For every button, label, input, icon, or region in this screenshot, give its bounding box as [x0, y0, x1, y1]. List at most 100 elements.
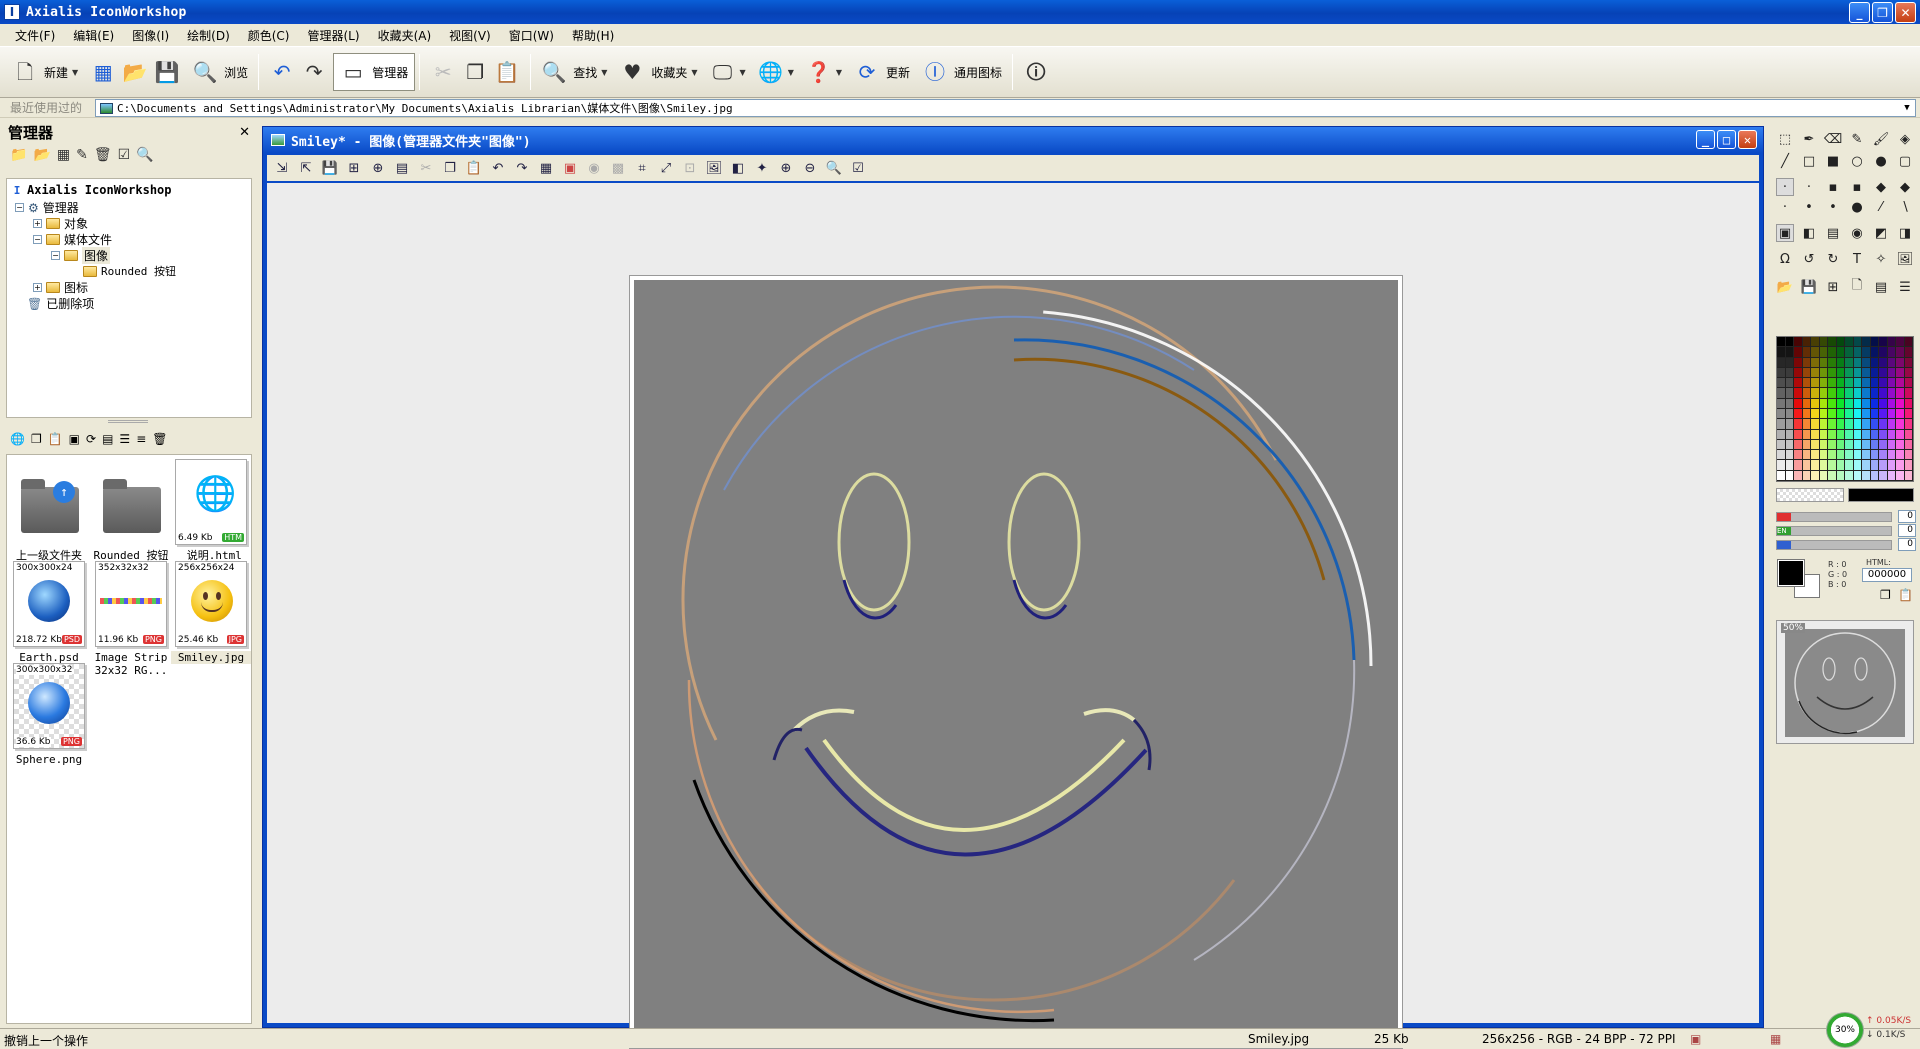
image-canvas[interactable] [629, 275, 1403, 1049]
palette-swatch[interactable] [1887, 378, 1896, 389]
palette-swatch[interactable] [1819, 378, 1828, 389]
palette-swatch[interactable] [1904, 347, 1913, 358]
palette-swatch[interactable] [1811, 337, 1820, 348]
redo-icon[interactable]: ↷ [301, 59, 327, 85]
palette-swatch[interactable] [1836, 419, 1845, 430]
palette-swatch[interactable] [1794, 419, 1803, 430]
palette-swatch[interactable] [1870, 419, 1879, 430]
palette-swatch[interactable] [1879, 470, 1888, 481]
black-swatch[interactable] [1848, 488, 1914, 502]
palette-swatch[interactable] [1811, 367, 1820, 379]
palette-swatch[interactable] [1862, 450, 1871, 461]
palette-swatch[interactable] [1794, 450, 1803, 461]
palette-swatch[interactable] [1870, 470, 1879, 481]
network-meter[interactable]: 30% [1826, 1012, 1864, 1048]
palette-swatch[interactable] [1853, 429, 1862, 440]
list-view-icon[interactable]: ≡ [136, 432, 146, 446]
brush-backslash-icon[interactable]: ∖ [1896, 198, 1914, 216]
palette-swatch[interactable] [1887, 419, 1896, 430]
search-icon[interactable]: 🔍 [136, 147, 153, 163]
palette-swatch[interactable] [1828, 470, 1837, 481]
fill-half-icon[interactable]: ◧ [1800, 224, 1818, 242]
globe-icon[interactable]: 🌐 [758, 59, 784, 85]
palette-swatch[interactable] [1836, 367, 1845, 379]
redo-icon[interactable]: ↷ [513, 161, 531, 176]
effects-icon[interactable]: ✦ [753, 161, 771, 176]
palette-swatch[interactable] [1811, 460, 1820, 471]
palette-swatch[interactable] [1879, 398, 1888, 409]
grid-icon[interactable]: ▦ [90, 59, 116, 85]
palette-swatch[interactable] [1870, 337, 1879, 348]
menu-manager[interactable]: 管理器(L) [299, 25, 369, 46]
palette-swatch[interactable] [1785, 337, 1794, 348]
tree-item-objects[interactable]: + 对象 [33, 215, 88, 232]
cut-icon[interactable]: ✂ [417, 161, 435, 176]
palette-swatch[interactable] [1811, 450, 1820, 461]
palette-swatch[interactable] [1819, 398, 1828, 409]
palette-swatch[interactable] [1845, 357, 1854, 368]
palette-swatch[interactable] [1879, 337, 1888, 348]
palette-swatch[interactable] [1896, 337, 1905, 348]
check-icon[interactable]: ☑ [849, 161, 867, 176]
palette-swatch[interactable] [1819, 460, 1828, 471]
rectangle-icon[interactable]: □ [1800, 152, 1818, 170]
palette-swatch[interactable] [1802, 429, 1811, 440]
palette-swatch[interactable] [1887, 470, 1896, 481]
palette-swatch[interactable] [1896, 439, 1905, 451]
palette-swatch[interactable] [1853, 378, 1862, 389]
palette-swatch[interactable] [1811, 419, 1820, 430]
palette-swatch[interactable] [1785, 429, 1794, 440]
image-preview[interactable]: 50% [1776, 620, 1914, 744]
save-icon[interactable]: 💾 [154, 59, 180, 85]
palette-swatch[interactable] [1777, 337, 1786, 348]
palette-swatch[interactable] [1845, 470, 1854, 481]
palette-swatch[interactable] [1887, 460, 1896, 471]
folder-up-icon[interactable]: 📁 [10, 147, 27, 163]
brush-slash-icon[interactable]: ⁄ [1872, 198, 1890, 216]
update-button[interactable]: ⟳ 更新 [848, 53, 916, 91]
palette-swatch[interactable] [1853, 439, 1862, 451]
palette-swatch[interactable] [1870, 357, 1879, 368]
color-adjust-icon[interactable]: ◧ [729, 161, 747, 176]
add-item-icon[interactable]: ▣ [69, 432, 80, 446]
zoom-out-icon[interactable]: ⊖ [801, 161, 819, 176]
palette-swatch[interactable] [1819, 419, 1828, 430]
palette-swatch[interactable] [1828, 367, 1837, 379]
palette-swatch[interactable] [1853, 388, 1862, 399]
refresh-icon[interactable]: ⟳ [86, 432, 96, 446]
palette-swatch[interactable] [1904, 419, 1913, 430]
save-icon[interactable]: 💾 [321, 161, 339, 176]
monitor-icon[interactable]: 🖵 [710, 59, 736, 85]
palette-swatch[interactable] [1870, 388, 1879, 399]
palette-swatch[interactable] [1794, 408, 1803, 420]
palette-swatch[interactable] [1794, 460, 1803, 471]
tree-item-rounded[interactable]: Rounded 按钮 [83, 263, 176, 279]
palette-swatch[interactable] [1836, 388, 1845, 399]
palette-swatch[interactable] [1904, 367, 1913, 379]
brush-dot-icon[interactable]: · [1776, 198, 1794, 216]
text-icon[interactable]: T [1848, 250, 1866, 268]
manager-button[interactable]: ▭ 管理器 [333, 53, 416, 91]
palette-swatch[interactable] [1887, 367, 1896, 379]
list-item[interactable]: 256x256x24 25.46 Kb JPG Smiley.jpg [171, 561, 251, 664]
palette-swatch[interactable] [1853, 460, 1862, 471]
paste-icon[interactable]: 📋 [48, 432, 63, 446]
brush-size-6-icon[interactable]: ◆ [1896, 178, 1914, 196]
palette-swatch[interactable] [1879, 388, 1888, 399]
palette-swatch[interactable] [1819, 450, 1828, 461]
copy-icon[interactable]: ❐ [31, 432, 42, 446]
palette-swatch[interactable] [1870, 439, 1879, 451]
palette-swatch[interactable] [1836, 337, 1845, 348]
palette-swatch[interactable] [1862, 398, 1871, 409]
fill-gradient-icon[interactable]: ▤ [1824, 224, 1842, 242]
palette-swatch[interactable] [1819, 347, 1828, 358]
foreground-color[interactable] [1778, 560, 1804, 586]
palette-swatch[interactable] [1828, 378, 1837, 389]
effects-icon[interactable]: ✧ [1872, 250, 1890, 268]
fill-vertical-icon[interactable]: ◨ [1896, 224, 1914, 242]
filled-ellipse-icon[interactable]: ● [1872, 152, 1890, 170]
green-slider[interactable]: EN [1776, 526, 1892, 536]
chevron-down-icon[interactable]: ▼ [1899, 100, 1915, 116]
palette-swatch[interactable] [1896, 419, 1905, 430]
palette-swatch[interactable] [1828, 347, 1837, 358]
